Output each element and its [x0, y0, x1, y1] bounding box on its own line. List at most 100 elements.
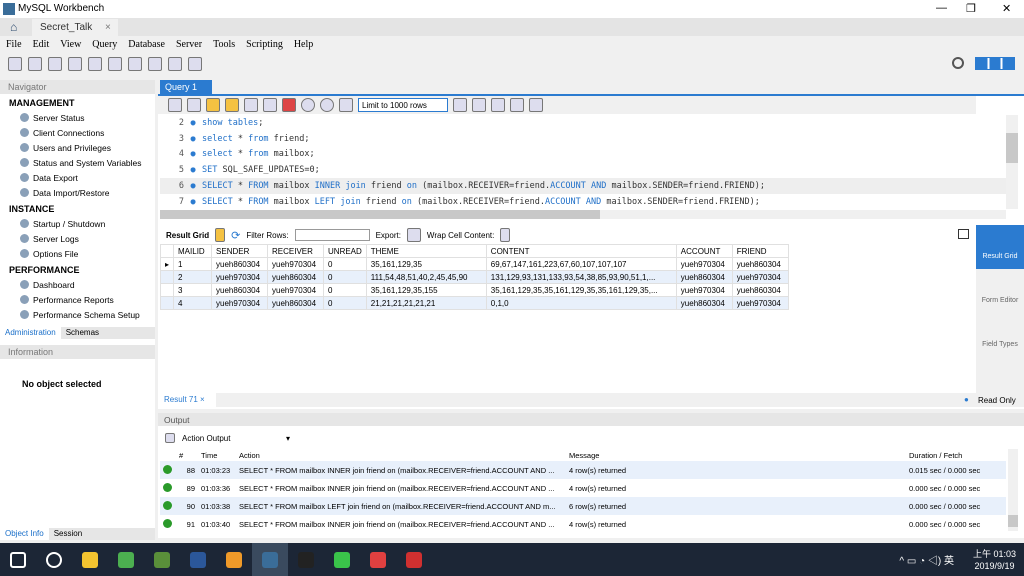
inspector-icon[interactable]: [48, 57, 62, 71]
taskbar-spreadsheet[interactable]: [144, 543, 180, 576]
grid-cell[interactable]: yueh860304: [267, 296, 325, 310]
grid-cell[interactable]: 0: [323, 257, 367, 271]
grid-cell[interactable]: yueh860304: [731, 257, 789, 271]
grid-cell[interactable]: 4: [173, 296, 213, 310]
row-selector[interactable]: [159, 283, 175, 297]
menu-tools[interactable]: Tools: [207, 36, 240, 52]
menu-file[interactable]: File: [0, 36, 27, 52]
taskbar-mysql-workbench[interactable]: [252, 543, 288, 576]
sidebar-item-client-connections[interactable]: Client Connections: [0, 125, 155, 140]
grid-cell[interactable]: yueh970304: [211, 296, 269, 310]
toggle-panel-icon[interactable]: [958, 229, 969, 239]
close-button[interactable]: ✕: [1002, 2, 1011, 15]
query-tab[interactable]: Query 1 ×: [160, 80, 212, 102]
explain-icon[interactable]: [244, 98, 258, 112]
field-types-button[interactable]: Field Types: [976, 313, 1024, 357]
reconnect-icon[interactable]: [188, 57, 202, 71]
grid-cell[interactable]: 21,21,21,21,21,21: [365, 296, 487, 310]
taskbar-search[interactable]: [36, 543, 72, 576]
output-type-select[interactable]: Action Output ▾: [180, 432, 292, 445]
menu-scripting[interactable]: Scripting: [240, 36, 288, 52]
grid-cell[interactable]: 35,161,129,35,155: [365, 283, 487, 297]
snippet-icon[interactable]: [472, 98, 486, 112]
sidebar-item-server-logs[interactable]: Server Logs: [0, 231, 155, 246]
clock-time[interactable]: 上午 01:03: [973, 548, 1016, 560]
create-view-icon[interactable]: [108, 57, 122, 71]
menu-query[interactable]: Query: [86, 36, 122, 52]
grid-cell[interactable]: 1: [173, 257, 213, 271]
create-function-icon[interactable]: [148, 57, 162, 71]
invisible-chars-icon[interactable]: [510, 98, 524, 112]
column-header[interactable]: FRIEND: [731, 244, 789, 258]
taskbar-start[interactable]: [0, 543, 36, 576]
grid-cell[interactable]: yueh970304: [731, 296, 789, 310]
column-header[interactable]: THEME: [365, 244, 487, 258]
grid-cell[interactable]: 35,161,129,35,35,161,129,35,35,161,129,3…: [485, 283, 677, 297]
menu-server[interactable]: Server: [170, 36, 207, 52]
row-selector[interactable]: [159, 270, 175, 284]
output-row[interactable]: 88 01:03:23 SELECT * FROM mailbox INNER jo…: [160, 461, 1006, 479]
home-icon[interactable]: ⌂: [10, 20, 17, 34]
grid-cell[interactable]: 2: [173, 270, 213, 284]
close-tab-icon[interactable]: ×: [105, 22, 111, 33]
tab-administration[interactable]: Administration: [0, 327, 61, 339]
refresh-icon[interactable]: ⟳: [231, 229, 240, 242]
column-header[interactable]: UNREAD: [323, 244, 367, 258]
tray-icons[interactable]: ^ ▭ ◔ ◁) 英: [899, 556, 954, 568]
close-result-icon[interactable]: ×: [200, 395, 205, 404]
open-sql-file-icon[interactable]: [28, 57, 42, 71]
grid-cell[interactable]: yueh970304: [267, 257, 325, 271]
menu-database[interactable]: Database: [122, 36, 170, 52]
toggle-error-icon[interactable]: [282, 98, 296, 112]
column-header[interactable]: RECEIVER: [267, 244, 325, 258]
taskbar-word[interactable]: [180, 543, 216, 576]
clock-date[interactable]: 2019/9/19: [973, 560, 1016, 572]
beautify-icon[interactable]: [453, 98, 467, 112]
grid-cell[interactable]: yueh860304: [211, 283, 269, 297]
grid-cell[interactable]: 3: [173, 283, 213, 297]
grid-cell[interactable]: yueh970304: [211, 270, 269, 284]
sidebar-item-performance-reports[interactable]: Performance Reports: [0, 292, 155, 307]
editor-vertical-scrollbar[interactable]: [1006, 115, 1018, 209]
result-grid-button[interactable]: Result Grid: [976, 225, 1024, 269]
sidebar-item-server-status[interactable]: Server Status: [0, 110, 155, 125]
tab-schemas[interactable]: Schemas: [61, 327, 104, 339]
grid-cell[interactable]: 0: [323, 283, 367, 297]
editor-horizontal-scrollbar[interactable]: [160, 210, 1006, 219]
table-row[interactable]: 2 yueh970304 yueh860304 0 111,54,48,51,40,2,…: [159, 270, 789, 284]
grid-cell[interactable]: 131,129,93,131,133,93,54,38,85,93,90,51,…: [485, 270, 677, 284]
menu-view[interactable]: View: [54, 36, 86, 52]
new-sql-tab-icon[interactable]: [8, 57, 22, 71]
table-row[interactable]: ▸ 1 yueh860304 yueh970304 0 35,161,129,35 69,6…: [159, 257, 789, 271]
grid-cell[interactable]: yueh970304: [731, 270, 789, 284]
stop-icon[interactable]: [263, 98, 277, 112]
menu-help[interactable]: Help: [288, 36, 318, 52]
connection-tab[interactable]: Secret_Talk ×: [32, 19, 118, 36]
save-icon[interactable]: [187, 98, 201, 112]
grid-layout-icon[interactable]: [215, 228, 226, 242]
grid-cell[interactable]: 111,54,48,51,40,2,45,45,90: [365, 270, 487, 284]
taskbar-recorder[interactable]: [396, 543, 432, 576]
column-header[interactable]: ACCOUNT: [675, 244, 733, 258]
row-selector[interactable]: ▸: [159, 257, 175, 271]
grid-cell[interactable]: 69,67,147,161,223,67,60,107,107,107: [485, 257, 677, 271]
autocommit-icon[interactable]: [339, 98, 353, 112]
menu-edit[interactable]: Edit: [27, 36, 55, 52]
panel-toggle-icons[interactable]: [975, 57, 1015, 70]
grid-cell[interactable]: yueh860304: [675, 296, 733, 310]
grid-cell[interactable]: yueh860304: [675, 270, 733, 284]
grid-cell[interactable]: 35,161,129,35: [365, 257, 487, 271]
grid-cell[interactable]: yueh970304: [267, 283, 325, 297]
sidebar-item-performance-schema-setup[interactable]: Performance Schema Setup: [0, 307, 155, 322]
search-table-data-icon[interactable]: [168, 57, 182, 71]
sidebar-item-status-and-system-variables[interactable]: Status and System Variables: [0, 155, 155, 170]
sql-editor[interactable]: 2 ● show tables; 3 ● select * from friend; 4 ● s…: [160, 115, 1006, 209]
execute-icon[interactable]: [206, 98, 220, 112]
sidebar-item-data-import-restore[interactable]: Data Import/Restore: [0, 185, 155, 200]
form-editor-button[interactable]: Form Editor: [976, 269, 1024, 313]
taskbar-line[interactable]: [324, 543, 360, 576]
taskbar-chrome[interactable]: [108, 543, 144, 576]
find-icon[interactable]: [491, 98, 505, 112]
ime-indicator[interactable]: 英: [944, 556, 954, 567]
taskbar-sublime[interactable]: [216, 543, 252, 576]
